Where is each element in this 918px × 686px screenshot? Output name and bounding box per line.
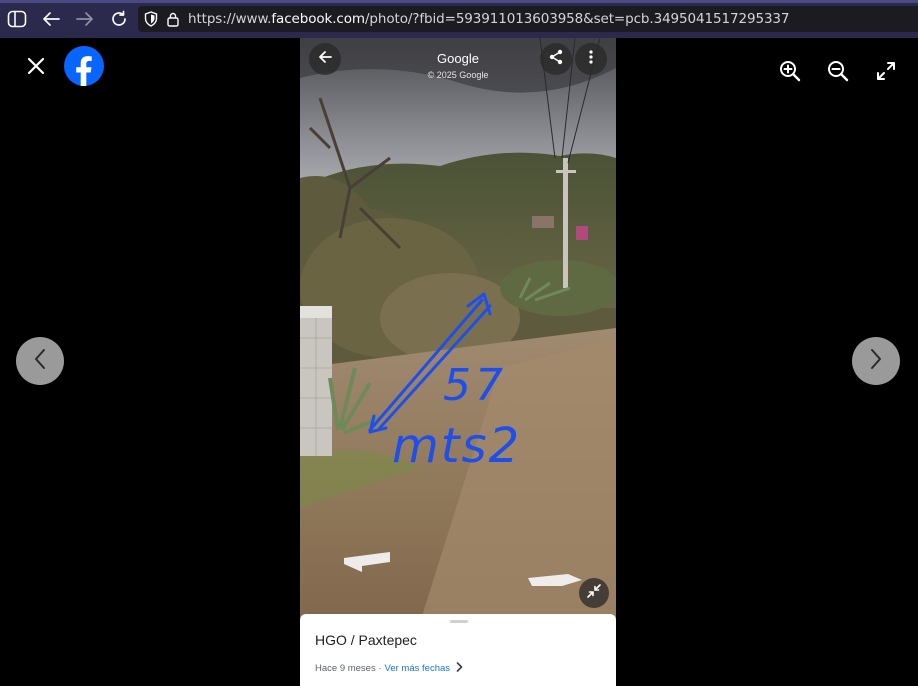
fullscreen-icon[interactable] (874, 59, 898, 83)
facebook-logo[interactable] (64, 46, 104, 86)
share-button[interactable] (540, 43, 572, 75)
imagery-age: Hace 9 meses · (315, 663, 382, 674)
lock-icon[interactable] (166, 11, 180, 32)
more-options-button[interactable] (575, 43, 607, 75)
browser-tab-strip-edge (0, 0, 918, 3)
drag-handle[interactable] (450, 620, 468, 623)
share-icon (548, 49, 564, 70)
photo-image: 57 mts2 Google © 2025 Google HGO / Paxte… (300, 38, 616, 686)
zoom-out-icon[interactable] (826, 59, 850, 83)
location-info-card[interactable]: HGO / Paxtepec Hace 9 meses · Ver más fe… (300, 614, 616, 686)
browser-toolbar: https://www.facebook.com/photo/?fbid=593… (0, 0, 918, 38)
forward-arrow-icon[interactable] (73, 7, 97, 31)
next-photo-button[interactable] (852, 337, 900, 385)
street-view-copyright: © 2025 Google (427, 70, 489, 80)
annotation-text-57: 57 (443, 360, 507, 411)
chevron-right-icon (456, 662, 463, 675)
previous-photo-button[interactable] (16, 337, 64, 385)
more-vertical-icon (583, 49, 599, 70)
chevron-left-icon (33, 348, 47, 375)
zoom-in-icon[interactable] (778, 59, 802, 83)
collapse-icon (586, 583, 602, 604)
annotation-text-mts2: mts2 (392, 418, 522, 474)
collapse-view-button[interactable] (579, 578, 609, 608)
back-arrow-icon[interactable] (39, 7, 63, 31)
address-bar[interactable]: https://www.facebook.com/photo/?fbid=593… (138, 6, 918, 32)
photo-viewer: 57 mts2 Google © 2025 Google HGO / Paxte… (0, 38, 918, 686)
chevron-right-icon (869, 348, 883, 375)
imagery-date: Hace 9 meses · Ver más fechas (315, 662, 463, 675)
more-dates-link[interactable]: Ver más fechas (385, 663, 450, 674)
location-name: HGO / Paxtepec (315, 632, 417, 648)
close-icon[interactable] (24, 54, 48, 78)
sidebar-toggle-icon[interactable] (5, 7, 29, 31)
url-text: https://www.facebook.com/photo/?fbid=593… (188, 11, 790, 27)
reload-icon[interactable] (107, 7, 131, 31)
tracking-shield-icon[interactable] (144, 11, 158, 32)
